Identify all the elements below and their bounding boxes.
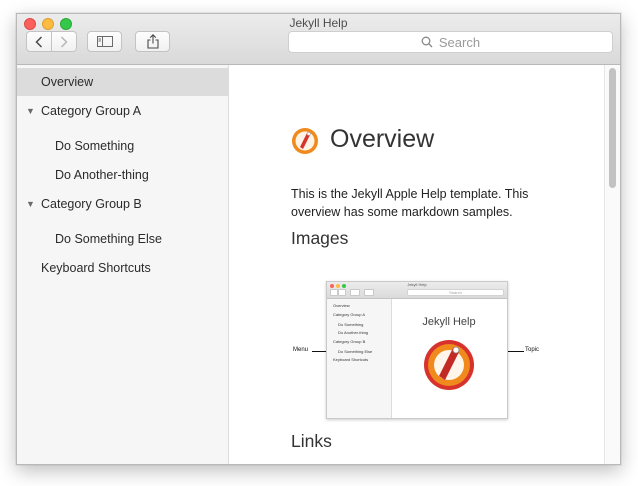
figure-sidebar-item: Category Group B [333, 339, 366, 344]
search-field[interactable]: Search [288, 31, 613, 53]
sidebar-toggle-button[interactable] [87, 31, 122, 52]
sidebar-item-label: Do Something [55, 139, 135, 153]
sidebar-item-category-group-a[interactable]: ▼ Category Group A [17, 97, 228, 125]
figure-sidebar-item: Category Group A [333, 312, 366, 317]
screenshot-figure: Jekyll Help Search Overview Category Gro… [326, 281, 508, 419]
figure-title-bar: Jekyll Help Search [327, 282, 507, 299]
share-button[interactable] [135, 31, 170, 52]
disclosure-triangle-icon[interactable]: ▼ [26, 106, 35, 116]
figure-window-title: Jekyll Help [407, 282, 427, 287]
figure-forward-button [338, 289, 346, 296]
sidebar-item-label: Category Group B [41, 197, 142, 211]
sidebar-item-label: Category Group A [41, 104, 142, 118]
figure-sidebar: Overview Category Group A Do Something D… [327, 299, 392, 418]
back-button[interactable] [26, 31, 52, 52]
content-pane: Overview This is the Jekyll Apple Help t… [229, 65, 604, 464]
sidebar-item-overview[interactable]: Overview [17, 68, 228, 96]
sidebar-toggle-icon [96, 36, 113, 47]
sidebar-item-label: Do Something Else [55, 232, 163, 246]
vertical-scrollbar[interactable] [604, 65, 620, 464]
figure-sidebar-item: Do Something Else [338, 349, 373, 354]
sidebar-item-label: Overview [41, 75, 94, 89]
help-window: Jekyll Help Search Overview ▼ Category G… [16, 13, 621, 465]
figure-sidebar-item: Keyboard Shortcuts [333, 357, 369, 362]
figure-sidebar-item: Overview [333, 303, 350, 308]
callout-topic-label: Topic [525, 347, 540, 353]
figure-share-button [364, 289, 374, 296]
sidebar-item-do-something-else[interactable]: Do Something Else [17, 225, 228, 253]
sidebar-item-label: Do Another-thing [55, 168, 149, 182]
window-title: Jekyll Help [289, 16, 348, 30]
title-bar: Jekyll Help Search [17, 14, 620, 65]
section-heading-images: Images [291, 228, 349, 248]
sidebar-item-label: Keyboard Shortcuts [41, 261, 151, 275]
callout-menu-label: Menu [293, 347, 309, 353]
intro-paragraph: This is the Jekyll Apple Help template. … [291, 187, 529, 219]
page-title: Overview [330, 125, 435, 153]
figure-main-title: Jekyll Help [422, 316, 476, 328]
figure-sidebar-item: Do Another-thing [338, 330, 369, 335]
figure-sidebar-button [350, 289, 360, 296]
sidebar-item-keyboard-shortcuts[interactable]: Keyboard Shortcuts [17, 254, 228, 282]
jekyll-help-icon [292, 128, 318, 154]
chevron-right-icon [60, 35, 68, 48]
scrollbar-thumb[interactable] [609, 68, 616, 188]
figure-sidebar-item: Do Something [338, 322, 364, 327]
figure-back-button [330, 289, 338, 296]
sidebar: Overview ▼ Category Group A Do Something… [17, 65, 229, 464]
sidebar-item-do-another-thing[interactable]: Do Another-thing [17, 161, 228, 189]
forward-button[interactable] [51, 31, 77, 52]
section-heading-links: Links [291, 431, 332, 451]
search-placeholder: Search [438, 34, 481, 50]
jekyll-app-icon [424, 340, 474, 390]
search-icon [421, 36, 433, 48]
sidebar-item-category-group-b[interactable]: ▼ Category Group B [17, 190, 228, 218]
sidebar-item-do-something[interactable]: Do Something [17, 132, 228, 160]
disclosure-triangle-icon[interactable]: ▼ [26, 199, 35, 209]
share-icon [146, 34, 159, 49]
figure-search-field: Search [407, 289, 504, 296]
chevron-left-icon [35, 35, 43, 48]
